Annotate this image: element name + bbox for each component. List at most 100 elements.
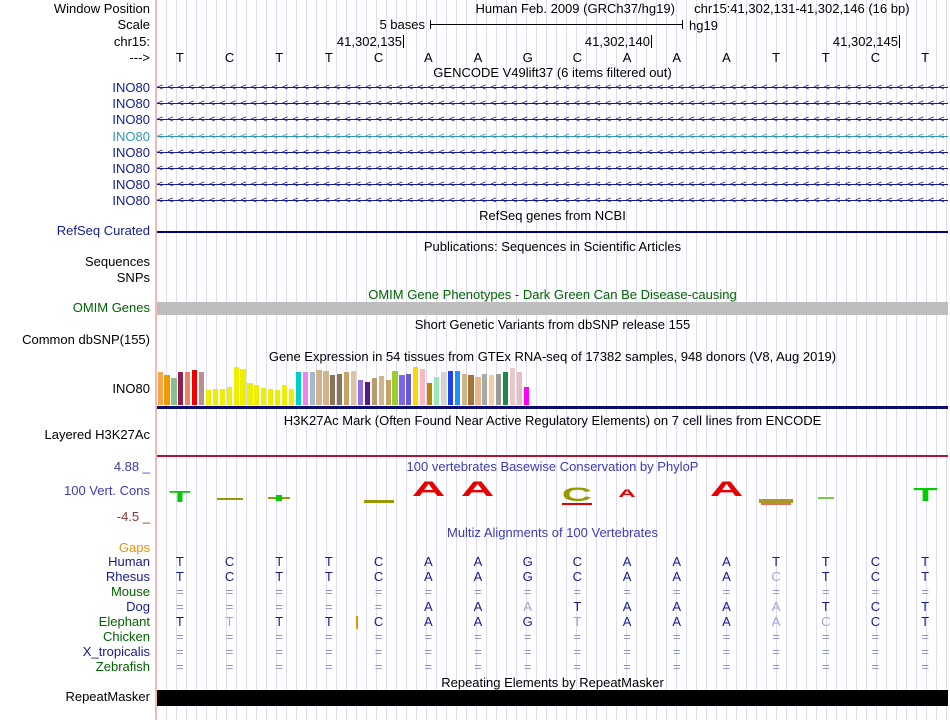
gtex-gene-model-line[interactable] [157,406,948,409]
multiz-aligned-base: = [275,660,283,673]
multiz-aligned-base: T [275,555,283,568]
gencode-transcript-row[interactable]: <<<<<<<<<<<<<<<<<<<<<<<<<<<<<<<<<<<<<<<<… [157,82,948,94]
refseq-curated-gene-line[interactable] [157,231,948,233]
gtex-tissue-bar [303,372,308,405]
omim-track-title[interactable]: OMIM Gene Phenotypes - Dark Green Can Be… [157,288,948,302]
multiz-gaps-label[interactable]: Gaps [119,541,150,555]
multiz-aligned-base: = [822,645,830,658]
multiz-aligned-base: = [325,630,333,643]
gencode-row-label[interactable]: INO80 [112,178,150,192]
gencode-row-label[interactable]: INO80 [112,113,150,127]
multiz-aligned-base: = [921,645,929,658]
gencode-row-label[interactable]: INO80 [112,97,150,111]
multiz-aligned-base: = [474,660,482,673]
multiz-species-label[interactable]: Mouse [111,585,150,599]
phylop-letter: A [710,483,743,497]
multiz-aligned-base: A [623,570,632,583]
gencode-transcript-row[interactable]: <<<<<<<<<<<<<<<<<<<<<<<<<<<<<<<<<<<<<<<<… [157,131,948,143]
gtex-tissue-bar [234,367,239,405]
multiz-aligned-base: T [822,570,830,583]
gencode-track-title[interactable]: GENCODE V49lift37 (6 items filtered out) [157,66,948,80]
multiz-species-label[interactable]: Human [108,555,150,569]
gencode-transcript-row[interactable]: <<<<<<<<<<<<<<<<<<<<<<<<<<<<<<<<<<<<<<<<… [157,147,948,159]
gencode-transcript-row[interactable]: <<<<<<<<<<<<<<<<<<<<<<<<<<<<<<<<<<<<<<<<… [157,179,948,191]
gtex-tissue-bar [455,371,460,405]
gencode-row-label[interactable]: INO80 [112,146,150,160]
multiz-species-label[interactable]: X_tropicalis [83,645,150,659]
position-tick-mark [651,35,652,48]
dna-base-letter: A [623,51,632,64]
gtex-tissue-bar [240,369,245,405]
multiz-aligned-base: = [375,630,383,643]
phylop-dash-glyph [217,498,243,500]
track-label-sequences[interactable]: Sequences [85,255,150,269]
multiz-aligned-base: C [573,555,582,568]
gencode-row-label[interactable]: INO80 [112,81,150,95]
multiz-aligned-base: = [226,600,234,613]
multiz-species-label[interactable]: Elephant [99,615,150,629]
track-label-refseq-curated[interactable]: RefSeq Curated [57,224,150,238]
dna-base-letter: C [225,51,234,64]
track-label-snps[interactable]: SNPs [117,271,150,285]
omim-gene-bar[interactable] [157,302,948,315]
multiz-aligned-base: = [723,585,731,598]
gtex-tissue-bar [517,372,522,405]
gencode-row-label[interactable]: INO80 [112,194,150,208]
dbsnp-track-title[interactable]: Short Genetic Variants from dbSNP releas… [157,318,948,332]
track-label-common-dbsnp[interactable]: Common dbSNP(155) [22,333,150,347]
track-label-omim-genes[interactable]: OMIM Genes [73,301,150,315]
gtex-tissue-bar [192,370,197,405]
h3k27ac-track-title[interactable]: H3K27Ac Mark (Often Found Near Active Re… [157,414,948,428]
track-label-layered-h3k27ac[interactable]: Layered H3K27Ac [44,428,150,442]
refseq-track-title[interactable]: RefSeq genes from NCBI [157,209,948,223]
gtex-tissue-bar [413,367,418,405]
left-strand-arrows-icon: <<<<<<<<<<<<<<<<<<<<<<<<<<<<<<<<<<<<<<<<… [157,179,948,191]
phylop-track-title[interactable]: 100 vertebrates Basewise Conservation by… [157,460,948,474]
multiz-species-label[interactable]: Dog [126,600,150,614]
publications-track-title[interactable]: Publications: Sequences in Scientific Ar… [157,240,948,254]
gtex-tissue-bar [310,372,315,405]
multiz-species-label[interactable]: Zebrafish [96,660,150,674]
gencode-transcript-row[interactable]: <<<<<<<<<<<<<<<<<<<<<<<<<<<<<<<<<<<<<<<<… [157,114,948,126]
multiz-aligned-base: = [673,585,681,598]
gencode-row-label[interactable]: INO80 [112,162,150,176]
multiz-aligned-base: C [374,570,383,583]
multiz-aligned-base: G [523,570,533,583]
multiz-species-label[interactable]: Chicken [103,630,150,644]
multiz-insertion-marker-icon [356,616,358,629]
multiz-aligned-base: = [424,645,432,658]
gtex-track-title[interactable]: Gene Expression in 54 tissues from GTEx … [157,350,948,364]
dna-base-letter: C [871,51,880,64]
track-label-repeatmasker[interactable]: RepeatMasker [65,690,150,704]
multiz-aligned-base: G [523,555,533,568]
track-label-gtex-gene[interactable]: INO80 [112,382,150,396]
multiz-species-label[interactable]: Rhesus [106,570,150,584]
repeatmasker-element-bar[interactable] [157,690,948,706]
gencode-row-label[interactable]: INO80 [112,130,150,144]
track-label-100-vert-cons[interactable]: 100 Vert. Cons [64,484,150,498]
gencode-transcript-row[interactable]: <<<<<<<<<<<<<<<<<<<<<<<<<<<<<<<<<<<<<<<<… [157,195,948,207]
dna-base-letter: A [672,51,681,64]
multiz-aligned-base: = [275,600,283,613]
multiz-aligned-base: = [772,585,780,598]
repeatmasker-track-title[interactable]: Repeating Elements by RepeatMasker [157,676,948,690]
h3k27ac-baseline[interactable] [157,455,948,457]
gtex-tissue-bar [323,371,328,405]
multiz-aligned-base: = [822,660,830,673]
multiz-aligned-base: = [723,660,731,673]
left-strand-arrows-icon: <<<<<<<<<<<<<<<<<<<<<<<<<<<<<<<<<<<<<<<<… [157,131,948,143]
multiz-aligned-base: = [872,585,880,598]
left-strand-arrows-icon: <<<<<<<<<<<<<<<<<<<<<<<<<<<<<<<<<<<<<<<<… [157,98,948,110]
multiz-aligned-base: = [325,660,333,673]
position-tick-label: 41,302,140 [585,35,650,48]
gencode-transcript-row[interactable]: <<<<<<<<<<<<<<<<<<<<<<<<<<<<<<<<<<<<<<<<… [157,98,948,110]
gencode-transcript-row[interactable]: <<<<<<<<<<<<<<<<<<<<<<<<<<<<<<<<<<<<<<<<… [157,163,948,175]
gtex-tissue-bar [227,387,232,405]
multiz-track-title[interactable]: Multiz Alignments of 100 Vertebrates [157,526,948,540]
multiz-aligned-base: = [623,645,631,658]
multiz-aligned-base: A [474,555,483,568]
multiz-aligned-base: = [673,660,681,673]
multiz-aligned-base: T [275,570,283,583]
multiz-aligned-base: = [424,585,432,598]
dna-base-letter: A [722,51,731,64]
